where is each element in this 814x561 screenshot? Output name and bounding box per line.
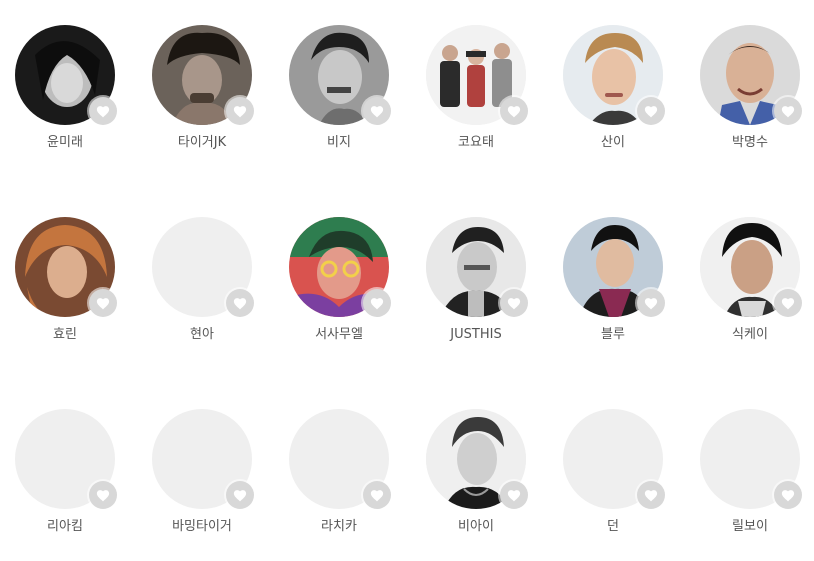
avatar-wrap xyxy=(152,409,254,509)
heart-icon xyxy=(96,105,110,117)
artist-name[interactable]: 효린 xyxy=(10,326,120,344)
artist-card[interactable]: 릴보이 xyxy=(695,409,805,536)
avatar-wrap xyxy=(289,217,391,317)
artist-name[interactable]: 타이거JK xyxy=(147,134,257,152)
like-button[interactable] xyxy=(774,97,802,125)
artist-name[interactable]: 윤미래 xyxy=(10,134,120,152)
artist-name[interactable]: JUSTHIS xyxy=(421,326,531,344)
heart-icon xyxy=(370,297,384,309)
like-button[interactable] xyxy=(774,481,802,509)
like-button[interactable] xyxy=(774,289,802,317)
avatar-wrap xyxy=(152,25,254,125)
artist-card[interactable]: 바밍타이거 xyxy=(147,409,257,536)
like-button[interactable] xyxy=(363,97,391,125)
avatar-wrap xyxy=(700,25,802,125)
artist-name[interactable]: 현아 xyxy=(147,326,257,344)
avatar-wrap xyxy=(15,217,117,317)
artist-grid: 윤미래 타이거JK 비지 코요태 산이 박명수 효린 현아 서사무엘 JUSTH… xyxy=(0,0,814,561)
like-button[interactable] xyxy=(500,289,528,317)
artist-name[interactable]: 식케이 xyxy=(695,326,805,344)
heart-icon xyxy=(370,105,384,117)
artist-name[interactable]: 박명수 xyxy=(695,134,805,152)
artist-card[interactable]: 식케이 xyxy=(695,217,805,344)
like-button[interactable] xyxy=(226,97,254,125)
artist-card[interactable]: 비지 xyxy=(284,25,394,152)
heart-icon xyxy=(781,297,795,309)
avatar-wrap xyxy=(700,217,802,317)
like-button[interactable] xyxy=(89,289,117,317)
heart-icon xyxy=(507,489,521,501)
like-button[interactable] xyxy=(89,481,117,509)
artist-name[interactable]: 바밍타이거 xyxy=(147,518,257,536)
heart-icon xyxy=(233,297,247,309)
heart-icon xyxy=(507,297,521,309)
like-button[interactable] xyxy=(89,97,117,125)
artist-card[interactable]: 비아이 xyxy=(421,409,531,536)
avatar-wrap xyxy=(15,409,117,509)
artist-card[interactable]: 코요태 xyxy=(421,25,531,152)
artist-card[interactable]: 박명수 xyxy=(695,25,805,152)
artist-card[interactable]: 윤미래 xyxy=(10,25,120,152)
artist-card[interactable]: 블루 xyxy=(558,217,668,344)
avatar-wrap xyxy=(289,409,391,509)
avatar-wrap xyxy=(700,409,802,509)
artist-name[interactable]: 리아킴 xyxy=(10,518,120,536)
heart-icon xyxy=(507,105,521,117)
like-button[interactable] xyxy=(500,481,528,509)
artist-card[interactable]: JUSTHIS xyxy=(421,217,531,344)
avatar-wrap xyxy=(563,25,665,125)
avatar-wrap xyxy=(289,25,391,125)
artist-name[interactable]: 비지 xyxy=(284,134,394,152)
avatar-wrap xyxy=(426,409,528,509)
like-button[interactable] xyxy=(226,289,254,317)
heart-icon xyxy=(781,489,795,501)
artist-card[interactable]: 던 xyxy=(558,409,668,536)
artist-name[interactable]: 릴보이 xyxy=(695,518,805,536)
artist-name[interactable]: 비아이 xyxy=(421,518,531,536)
artist-card[interactable]: 라치카 xyxy=(284,409,394,536)
heart-icon xyxy=(644,489,658,501)
heart-icon xyxy=(644,297,658,309)
avatar-wrap xyxy=(152,217,254,317)
artist-name[interactable]: 산이 xyxy=(558,134,668,152)
avatar-wrap xyxy=(563,409,665,509)
like-button[interactable] xyxy=(226,481,254,509)
avatar-wrap xyxy=(15,25,117,125)
artist-name[interactable]: 던 xyxy=(558,518,668,536)
artist-card[interactable]: 산이 xyxy=(558,25,668,152)
like-button[interactable] xyxy=(363,481,391,509)
heart-icon xyxy=(370,489,384,501)
artist-name[interactable]: 블루 xyxy=(558,326,668,344)
artist-card[interactable]: 서사무엘 xyxy=(284,217,394,344)
artist-card[interactable]: 타이거JK xyxy=(147,25,257,152)
heart-icon xyxy=(96,489,110,501)
like-button[interactable] xyxy=(637,97,665,125)
heart-icon xyxy=(96,297,110,309)
heart-icon xyxy=(781,105,795,117)
artist-card[interactable]: 리아킴 xyxy=(10,409,120,536)
artist-name[interactable]: 라치카 xyxy=(284,518,394,536)
like-button[interactable] xyxy=(363,289,391,317)
like-button[interactable] xyxy=(637,481,665,509)
heart-icon xyxy=(233,489,247,501)
artist-name[interactable]: 서사무엘 xyxy=(284,326,394,344)
avatar-wrap xyxy=(563,217,665,317)
avatar-wrap xyxy=(426,25,528,125)
heart-icon xyxy=(233,105,247,117)
heart-icon xyxy=(644,105,658,117)
artist-card[interactable]: 현아 xyxy=(147,217,257,344)
like-button[interactable] xyxy=(637,289,665,317)
artist-name[interactable]: 코요태 xyxy=(421,134,531,152)
avatar-wrap xyxy=(426,217,528,317)
like-button[interactable] xyxy=(500,97,528,125)
artist-card[interactable]: 효린 xyxy=(10,217,120,344)
